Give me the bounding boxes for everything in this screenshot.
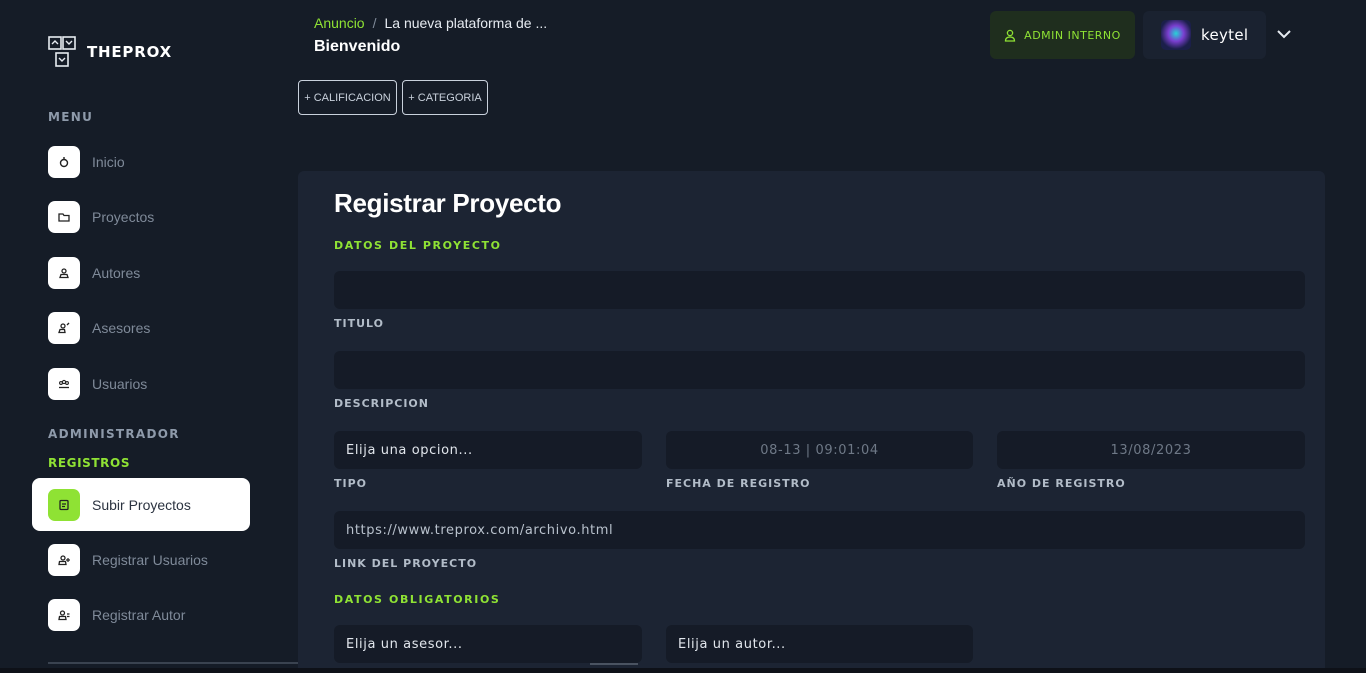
upload-file-icon bbox=[48, 488, 80, 521]
user-add-icon bbox=[48, 599, 80, 631]
sidebar-item-label: Registrar Autor bbox=[92, 607, 186, 623]
anio-registro-caption: AÑO DE REGISTRO bbox=[997, 477, 1126, 490]
descripcion-input[interactable] bbox=[334, 351, 1305, 389]
fecha-registro-field: 08-13 | 09:01:04 bbox=[666, 431, 973, 469]
menu-section-title: MENU bbox=[48, 110, 94, 124]
sidebar-item-registrar-usuarios[interactable]: Registrar Usuarios bbox=[48, 544, 208, 576]
user-edit-icon bbox=[48, 312, 80, 344]
sidebar-item-label: Proyectos bbox=[92, 209, 155, 225]
page-title: Bienvenido bbox=[314, 38, 401, 55]
horizontal-scrollbar[interactable] bbox=[590, 663, 638, 665]
sidebar-item-autores[interactable]: Autores bbox=[48, 257, 140, 289]
section-required-data: DATOS OBLIGATORIOS bbox=[334, 593, 501, 606]
sidebar-item-subir-proyectos[interactable]: Subir Proyectos bbox=[32, 478, 250, 531]
sidebar: THEPROX MENU Inicio Proyectos Autores As… bbox=[0, 0, 392, 673]
app-root: THEPROX MENU Inicio Proyectos Autores As… bbox=[0, 0, 1366, 673]
avatar bbox=[1161, 20, 1191, 50]
user-plus-icon bbox=[48, 544, 80, 576]
breadcrumb-current: La nueva plataforma de ... bbox=[384, 15, 548, 31]
chevron-down-icon[interactable] bbox=[1274, 24, 1294, 44]
sidebar-item-label: Autores bbox=[92, 265, 141, 281]
sidebar-item-label: Asesores bbox=[92, 320, 151, 336]
tipo-caption: TIPO bbox=[334, 477, 368, 490]
user-name: keytel bbox=[1201, 26, 1249, 44]
folder-icon bbox=[48, 201, 80, 233]
anio-registro-field: 13/08/2023 bbox=[997, 431, 1305, 469]
descripcion-caption: DESCRIPCION bbox=[334, 397, 429, 410]
breadcrumb-link[interactable]: Anuncio bbox=[314, 15, 365, 31]
sidebar-item-label: Inicio bbox=[92, 154, 125, 170]
admin-section-subtitle: REGISTROS bbox=[48, 456, 131, 470]
sidebar-item-inicio[interactable]: Inicio bbox=[48, 146, 125, 178]
link-proyecto-input[interactable]: https://www.treprox.com/archivo.html bbox=[334, 511, 1305, 549]
home-icon bbox=[48, 146, 80, 178]
sidebar-item-registrar-autor[interactable]: Registrar Autor bbox=[48, 599, 185, 631]
fecha-registro-caption: FECHA DE REGISTRO bbox=[666, 477, 811, 490]
logo-icon bbox=[48, 36, 76, 67]
breadcrumb: Anuncio / La nueva plataforma de ... bbox=[314, 15, 547, 31]
sidebar-item-proyectos[interactable]: Proyectos bbox=[48, 201, 154, 233]
user-icon bbox=[1005, 29, 1016, 42]
section-project-data: DATOS DEL PROYECTO bbox=[334, 239, 502, 252]
admin-section-title: ADMINISTRADOR bbox=[48, 427, 180, 441]
logo[interactable]: THEPROX bbox=[48, 36, 172, 68]
sidebar-item-usuarios[interactable]: Usuarios bbox=[48, 368, 147, 400]
add-calificacion-button[interactable]: + CALIFICACION bbox=[298, 80, 397, 115]
user-icon bbox=[48, 257, 80, 289]
window-bottom-edge bbox=[0, 668, 1366, 673]
breadcrumb-separator: / bbox=[372, 15, 377, 31]
form-title: Registrar Proyecto bbox=[334, 188, 562, 218]
titulo-input[interactable] bbox=[334, 271, 1305, 309]
add-categoria-button[interactable]: + CATEGORIA bbox=[402, 80, 488, 115]
role-badge-label: ADMIN INTERNO bbox=[1024, 28, 1121, 42]
tipo-select[interactable]: Elija una opcion... bbox=[334, 431, 642, 469]
app-name: THEPROX bbox=[87, 43, 172, 61]
sidebar-item-asesores[interactable]: Asesores bbox=[48, 312, 150, 344]
role-badge[interactable]: ADMIN INTERNO bbox=[990, 11, 1135, 59]
sidebar-item-label: Usuarios bbox=[92, 376, 148, 392]
titulo-caption: TITULO bbox=[334, 317, 384, 330]
sidebar-item-label: Subir Proyectos bbox=[92, 496, 191, 513]
users-icon bbox=[48, 368, 80, 400]
register-project-card: Registrar Proyecto DATOS DEL PROYECTO TI… bbox=[298, 171, 1325, 673]
asesor-select[interactable]: Elija un asesor... bbox=[334, 625, 642, 663]
autor-select[interactable]: Elija un autor... bbox=[666, 625, 973, 663]
sidebar-item-label: Registrar Usuarios bbox=[92, 552, 208, 568]
link-proyecto-caption: LINK DEL PROYECTO bbox=[334, 557, 478, 570]
user-menu[interactable]: keytel bbox=[1143, 11, 1266, 59]
